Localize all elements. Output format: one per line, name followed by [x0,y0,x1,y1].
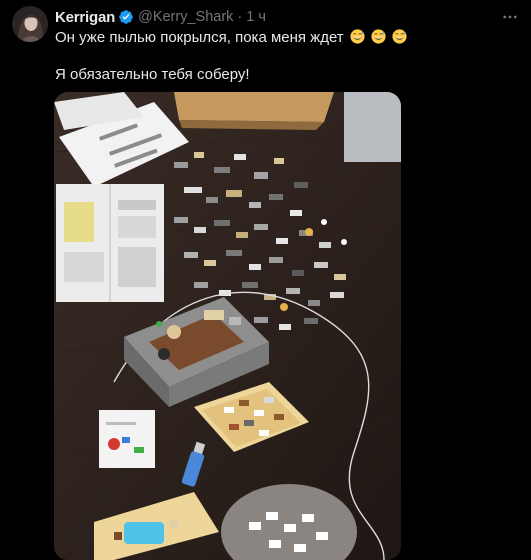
author-display-name[interactable]: Kerrigan [55,9,115,26]
lego-photo-illustration [54,92,401,560]
author-handle[interactable]: @Kerry_Shark [138,9,233,25]
author-avatar[interactable] [12,6,48,42]
grinning-sweat-emoji-icon [350,29,365,44]
tweet-text-line-1: Он уже пылью покрылся, пока меня ждет [55,28,407,48]
tweet-header: Kerrigan @Kerry_Shark · 1 ч [55,7,266,27]
grinning-sweat-emoji-icon [392,29,407,44]
avatar-photo-icon [12,6,48,42]
tweet-text-line-2: Я обязательно тебя соберу! [55,66,250,83]
more-horizontal-icon [503,15,517,19]
tweet-media-photo[interactable] [54,92,401,560]
header-separator: · [237,9,243,25]
more-options-button[interactable] [499,6,521,28]
tweet-timestamp[interactable]: 1 ч [246,9,266,25]
tweet-text-content: Он уже пылью покрылся, пока меня ждет [55,29,344,46]
verified-badge-icon [118,9,134,25]
grinning-sweat-emoji-icon [371,29,386,44]
tweet[interactable]: Kerrigan @Kerry_Shark · 1 ч Он уже пылью… [0,0,531,560]
